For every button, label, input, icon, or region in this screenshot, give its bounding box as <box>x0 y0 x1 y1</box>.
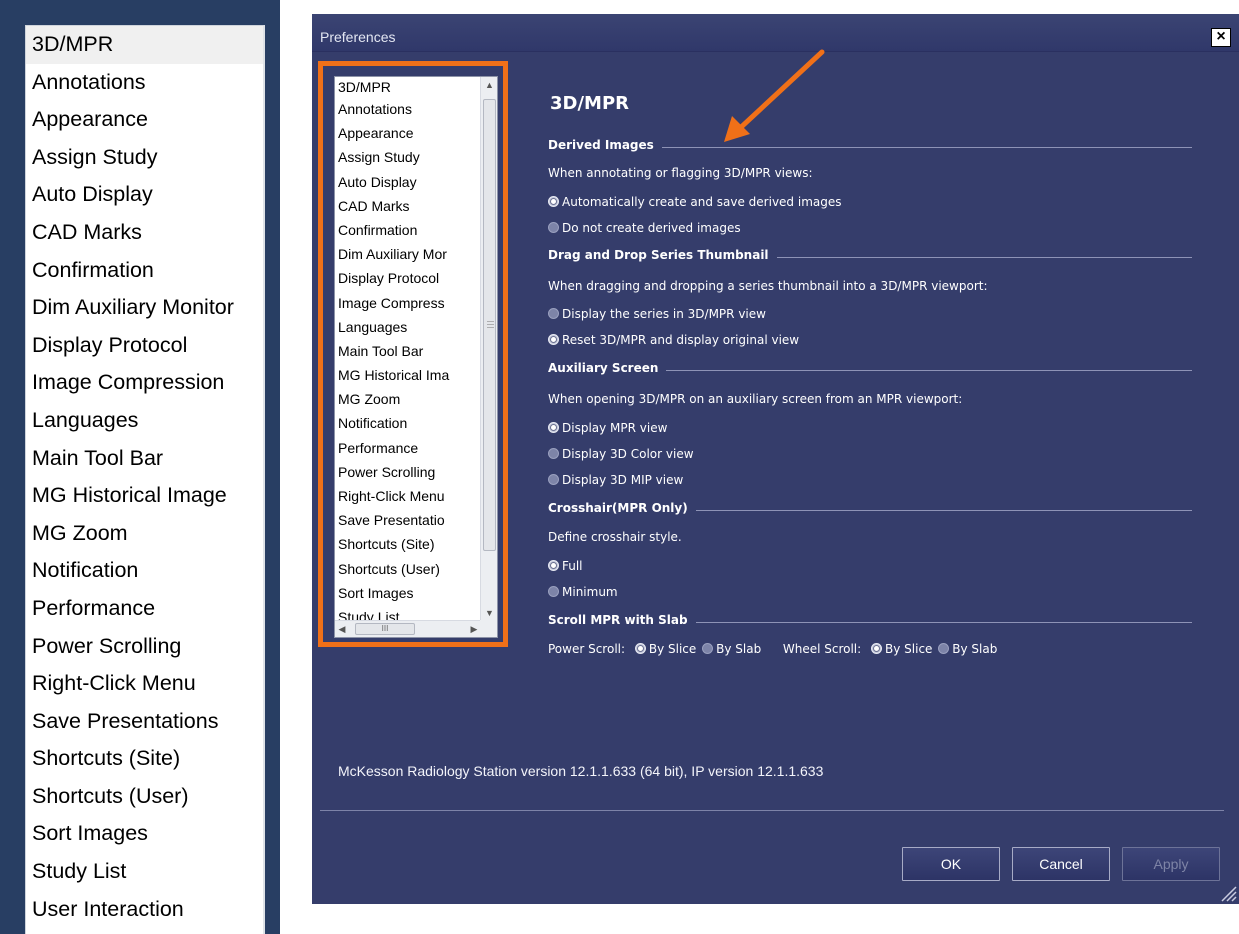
group-heading: Drag and Drop Series Thumbnail <box>548 248 777 262</box>
radio-label: By Slab <box>952 642 998 656</box>
zoomed-list-item[interactable]: Save Presentations <box>26 703 263 741</box>
group-heading: Scroll MPR with Slab <box>548 613 696 627</box>
radio-auto-create-derived[interactable]: Automatically create and save derived im… <box>548 195 842 211</box>
group-drag-drop: Drag and Drop Series Thumbnail <box>548 248 1192 264</box>
zoomed-list-item[interactable]: Shortcuts (User) <box>26 778 263 816</box>
radio-selected-icon[interactable] <box>548 422 559 433</box>
resize-grip-icon[interactable] <box>1219 884 1237 902</box>
version-info: McKesson Radiology Station version 12.1.… <box>338 763 824 779</box>
radio-selected-icon[interactable] <box>634 643 646 654</box>
zoomed-list-item[interactable]: Study List <box>26 853 263 891</box>
zoomed-list-item[interactable]: CAD Marks <box>26 214 263 252</box>
group-auxiliary-screen: Auxiliary Screen <box>548 361 1192 377</box>
zoomed-list-item[interactable]: Languages <box>26 402 263 440</box>
radio-unselected-icon[interactable] <box>548 222 559 233</box>
radio-unselected-icon[interactable] <box>548 586 559 597</box>
aux-prompt: When opening 3D/MPR on an auxiliary scre… <box>548 392 963 406</box>
zoomed-list-item[interactable]: Image Compression <box>26 364 263 402</box>
radio-label: Minimum <box>562 585 618 599</box>
power-scroll-label: Power Scroll: <box>548 642 626 656</box>
radio-unselected-icon[interactable] <box>548 308 559 319</box>
zoomed-list-item[interactable]: Power Scrolling <box>26 628 263 666</box>
annotation-arrow-icon <box>724 49 825 142</box>
radio-unselected-icon[interactable] <box>938 643 950 654</box>
radio-crosshair-minimum[interactable]: Minimum <box>548 585 618 601</box>
radio-selected-icon[interactable] <box>548 560 559 571</box>
power-by-slice-option[interactable]: By Slice <box>634 642 697 656</box>
radio-unselected-icon[interactable] <box>548 474 559 485</box>
derived-prompt: When annotating or flagging 3D/MPR views… <box>548 166 813 180</box>
radio-selected-icon[interactable] <box>871 643 883 654</box>
radio-label: Display 3D MIP view <box>562 473 684 487</box>
zoomed-list-item[interactable]: MG Zoom <box>26 515 263 553</box>
radio-label: Automatically create and save derived im… <box>562 195 842 209</box>
ok-button[interactable]: OK <box>902 847 1000 881</box>
zoomed-list-item[interactable]: Annotations <box>26 64 263 102</box>
zoomed-list-item[interactable]: Appearance <box>26 101 263 139</box>
radio-reset-original[interactable]: Reset 3D/MPR and display original view <box>548 333 799 349</box>
group-heading: Derived Images <box>548 138 662 152</box>
zoomed-list-item[interactable]: Sort Images <box>26 815 263 853</box>
radio-label: Display MPR view <box>562 421 668 435</box>
zoomed-category-list: 3D/MPR Annotations Appearance Assign Study A… <box>25 25 265 934</box>
radio-label: Full <box>562 559 583 573</box>
radio-label: By Slab <box>716 642 762 656</box>
radio-crosshair-full[interactable]: Full <box>548 559 583 575</box>
zoomed-category-panel: 3D/MPR Annotations Appearance Assign Study A… <box>0 0 280 934</box>
radio-label: By Slice <box>648 642 697 656</box>
crosshair-prompt: Define crosshair style. <box>548 530 682 544</box>
radio-unselected-icon[interactable] <box>548 448 559 459</box>
group-derived-images: Derived Images <box>548 138 1192 154</box>
radio-display-series[interactable]: Display the series in 3D/MPR view <box>548 307 766 323</box>
zoomed-list-item[interactable]: Assign Study <box>26 139 263 177</box>
radio-selected-icon[interactable] <box>548 196 559 207</box>
group-heading: Crosshair(MPR Only) <box>548 501 696 515</box>
dragdrop-prompt: When dragging and dropping a series thum… <box>548 279 988 293</box>
wheel-scroll-label: Wheel Scroll: <box>782 642 862 656</box>
radio-label: Reset 3D/MPR and display original view <box>562 333 800 347</box>
zoomed-list-item[interactable]: Right-Click Menu <box>26 665 263 703</box>
radio-label: By Slice <box>885 642 933 656</box>
radio-display-3d-mip[interactable]: Display 3D MIP view <box>548 473 683 489</box>
radio-display-mpr[interactable]: Display MPR view <box>548 421 667 437</box>
zoomed-list-item[interactable]: Main Tool Bar <box>26 440 263 478</box>
footer-divider <box>320 810 1224 811</box>
group-scroll-slab: Scroll MPR with Slab <box>548 613 1192 629</box>
apply-button[interactable]: Apply <box>1122 847 1220 881</box>
zoomed-list-item[interactable]: User Interaction <box>26 891 263 929</box>
zoomed-list-item[interactable]: Confirmation <box>26 252 263 290</box>
wheel-by-slice-option[interactable]: By Slice <box>871 642 932 656</box>
wheel-by-slab-option[interactable]: By Slab <box>938 642 997 656</box>
radio-selected-icon[interactable] <box>548 334 559 345</box>
radio-display-3d-color[interactable]: Display 3D Color view <box>548 447 694 463</box>
scroll-options-row: Power Scroll: By Slice By Slab Wheel Scr… <box>548 642 999 656</box>
zoomed-list-item[interactable]: Display Protocol <box>26 327 263 365</box>
zoomed-list-item[interactable]: Auto Display <box>26 176 263 214</box>
cancel-button[interactable]: Cancel <box>1012 847 1110 881</box>
radio-unselected-icon[interactable] <box>702 643 714 654</box>
zoomed-list-item[interactable]: Dim Auxiliary Monitor <box>26 289 263 327</box>
radio-no-derived[interactable]: Do not create derived images <box>548 221 741 237</box>
group-heading: Auxiliary Screen <box>548 361 667 375</box>
zoomed-list-item[interactable]: Shortcuts (Site) <box>26 740 263 778</box>
radio-label: Display the series in 3D/MPR view <box>562 307 766 321</box>
power-by-slab-option[interactable]: By Slab <box>702 642 761 656</box>
zoomed-list-item[interactable]: Performance <box>26 590 263 628</box>
radio-label: Display 3D Color view <box>562 447 694 461</box>
zoomed-list-item[interactable]: Notification <box>26 552 263 590</box>
section-title: 3D/MPR <box>550 93 630 114</box>
radio-label: Do not create derived images <box>562 221 741 235</box>
group-crosshair: Crosshair(MPR Only) <box>548 501 1192 517</box>
zoomed-list-item[interactable]: MG Historical Image <box>26 477 263 515</box>
zoomed-list-item[interactable]: 3D/MPR <box>26 26 263 64</box>
